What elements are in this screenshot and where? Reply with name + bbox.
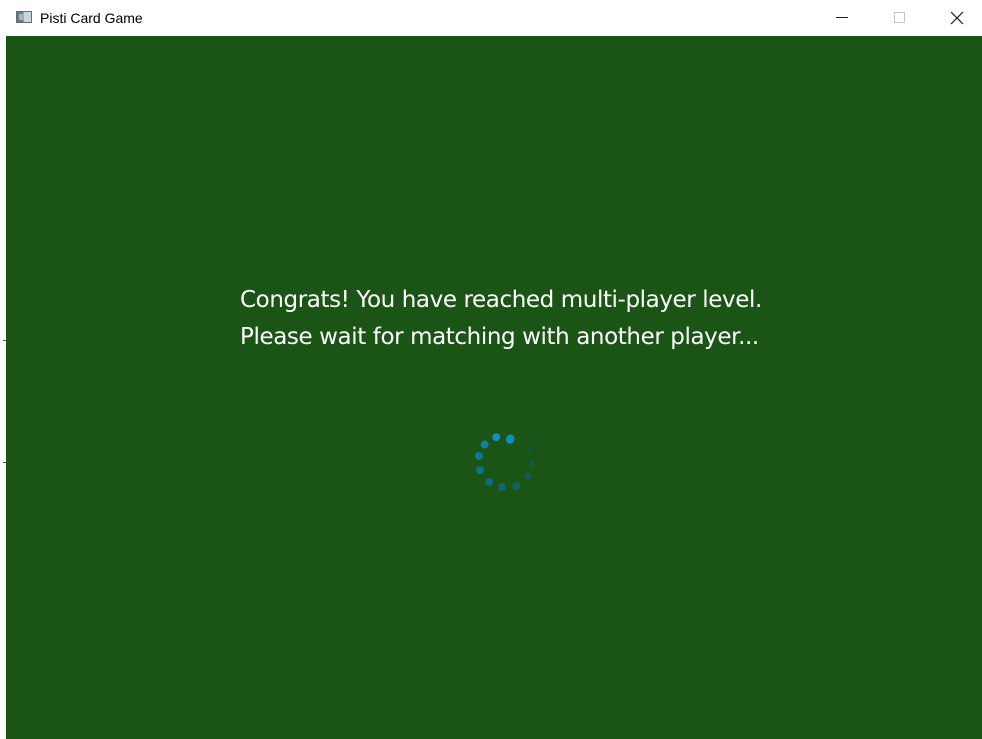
spinner-dot <box>485 478 493 486</box>
close-button[interactable] <box>928 0 982 36</box>
spinner-dot <box>498 483 506 491</box>
spinner-dot <box>524 472 532 481</box>
title-bar[interactable]: Pisti Card Game <box>6 0 982 36</box>
minimize-button[interactable] <box>812 0 870 36</box>
spinner-dot <box>475 452 483 460</box>
window-title: Pisti Card Game <box>40 10 143 26</box>
app-icon <box>16 11 32 23</box>
spinner-dot <box>476 466 484 474</box>
app-window: Pisti Card Game Congrats! You have reach… <box>0 0 982 739</box>
spinner-dot <box>529 459 533 468</box>
loading-spinner-icon <box>475 433 533 491</box>
matching-message: Congrats! You have reached multi-player … <box>240 282 800 356</box>
spinner-dot <box>492 433 501 442</box>
close-icon <box>950 11 964 25</box>
minimize-icon <box>836 17 848 18</box>
congrats-text: Congrats! You have reached multi-player … <box>240 287 762 313</box>
maximize-button[interactable] <box>870 0 928 36</box>
spinner-dot <box>480 440 489 449</box>
spinner-dot <box>527 446 533 454</box>
spinner-dot <box>506 434 515 443</box>
maximize-icon <box>894 12 905 23</box>
wait-text: Please wait for matching with another pl… <box>240 324 759 350</box>
spinner-dot <box>512 482 521 490</box>
game-content-area: Congrats! You have reached multi-player … <box>6 36 982 739</box>
